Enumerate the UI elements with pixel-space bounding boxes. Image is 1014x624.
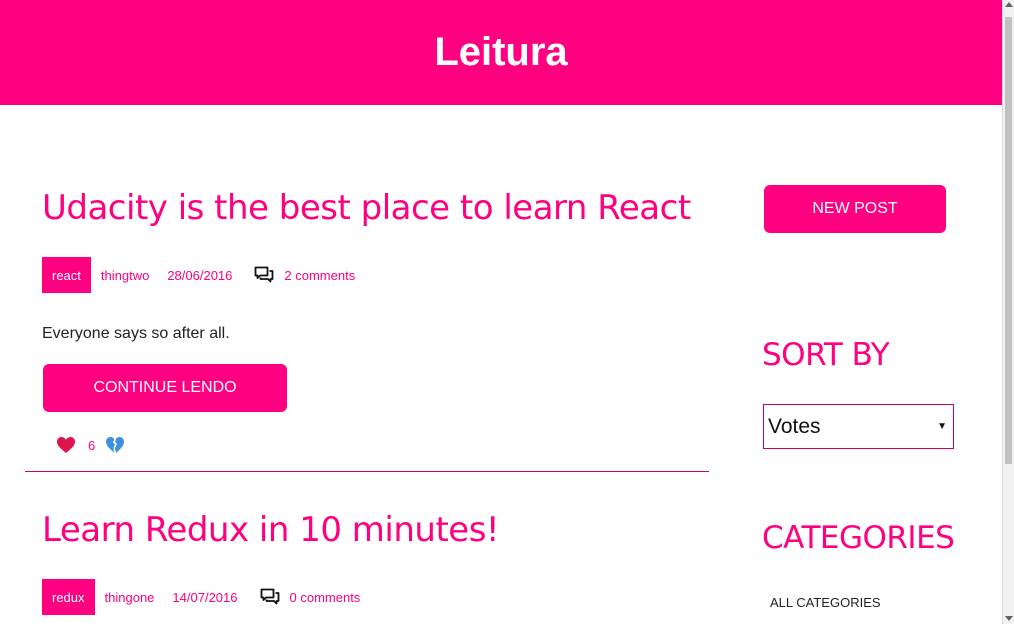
post-author: thingtwo [100,267,150,283]
sort-heading: SORT BY [762,337,890,373]
vote-controls: 6 [56,436,125,454]
post-author: thingone [104,589,155,605]
heart-icon[interactable] [56,436,76,454]
categories-heading: CATEGORIES [762,520,955,556]
continue-reading-button[interactable]: CONTINUE LENDO [43,364,287,412]
site-header: Leitura [0,0,1002,105]
category-tag[interactable]: react [42,257,91,293]
sort-select-value: Votes [768,414,821,438]
post-date: 28/06/2016 [167,267,233,283]
post-title[interactable]: Learn Redux in 10 minutes! [42,510,500,550]
vertical-scrollbar[interactable] [1002,0,1014,624]
post-body: Everyone says so after all. [42,325,230,342]
comments-link[interactable]: 0 comments [290,590,361,605]
category-link-all[interactable]: ALL CATEGORIES [770,595,881,610]
scrollbar-thumb[interactable] [1005,17,1012,464]
category-tag[interactable]: redux [42,579,95,615]
scroll-up-arrow-icon[interactable] [1005,2,1013,7]
post-date: 14/07/2016 [172,589,238,605]
broken-heart-icon[interactable] [105,436,125,454]
post-meta: react thingtwo 28/06/2016 2 comments [42,257,355,293]
comments-icon [260,587,280,607]
post-divider [25,471,709,472]
site-title[interactable]: Leitura [434,30,567,75]
vote-count: 6 [88,437,96,453]
comments-icon [254,265,274,285]
sort-select[interactable]: Votes ▼ [763,404,954,449]
comments-link[interactable]: 2 comments [284,268,355,283]
new-post-button[interactable]: NEW POST [764,185,946,233]
dropdown-arrow-icon: ▼ [937,421,947,432]
post-title[interactable]: Udacity is the best place to learn React [42,188,691,228]
post-meta: redux thingone 14/07/2016 0 comments [42,579,360,615]
page: Leitura Udacity is the best place to lea… [0,0,1014,624]
scroll-down-arrow-icon[interactable] [1005,616,1013,621]
